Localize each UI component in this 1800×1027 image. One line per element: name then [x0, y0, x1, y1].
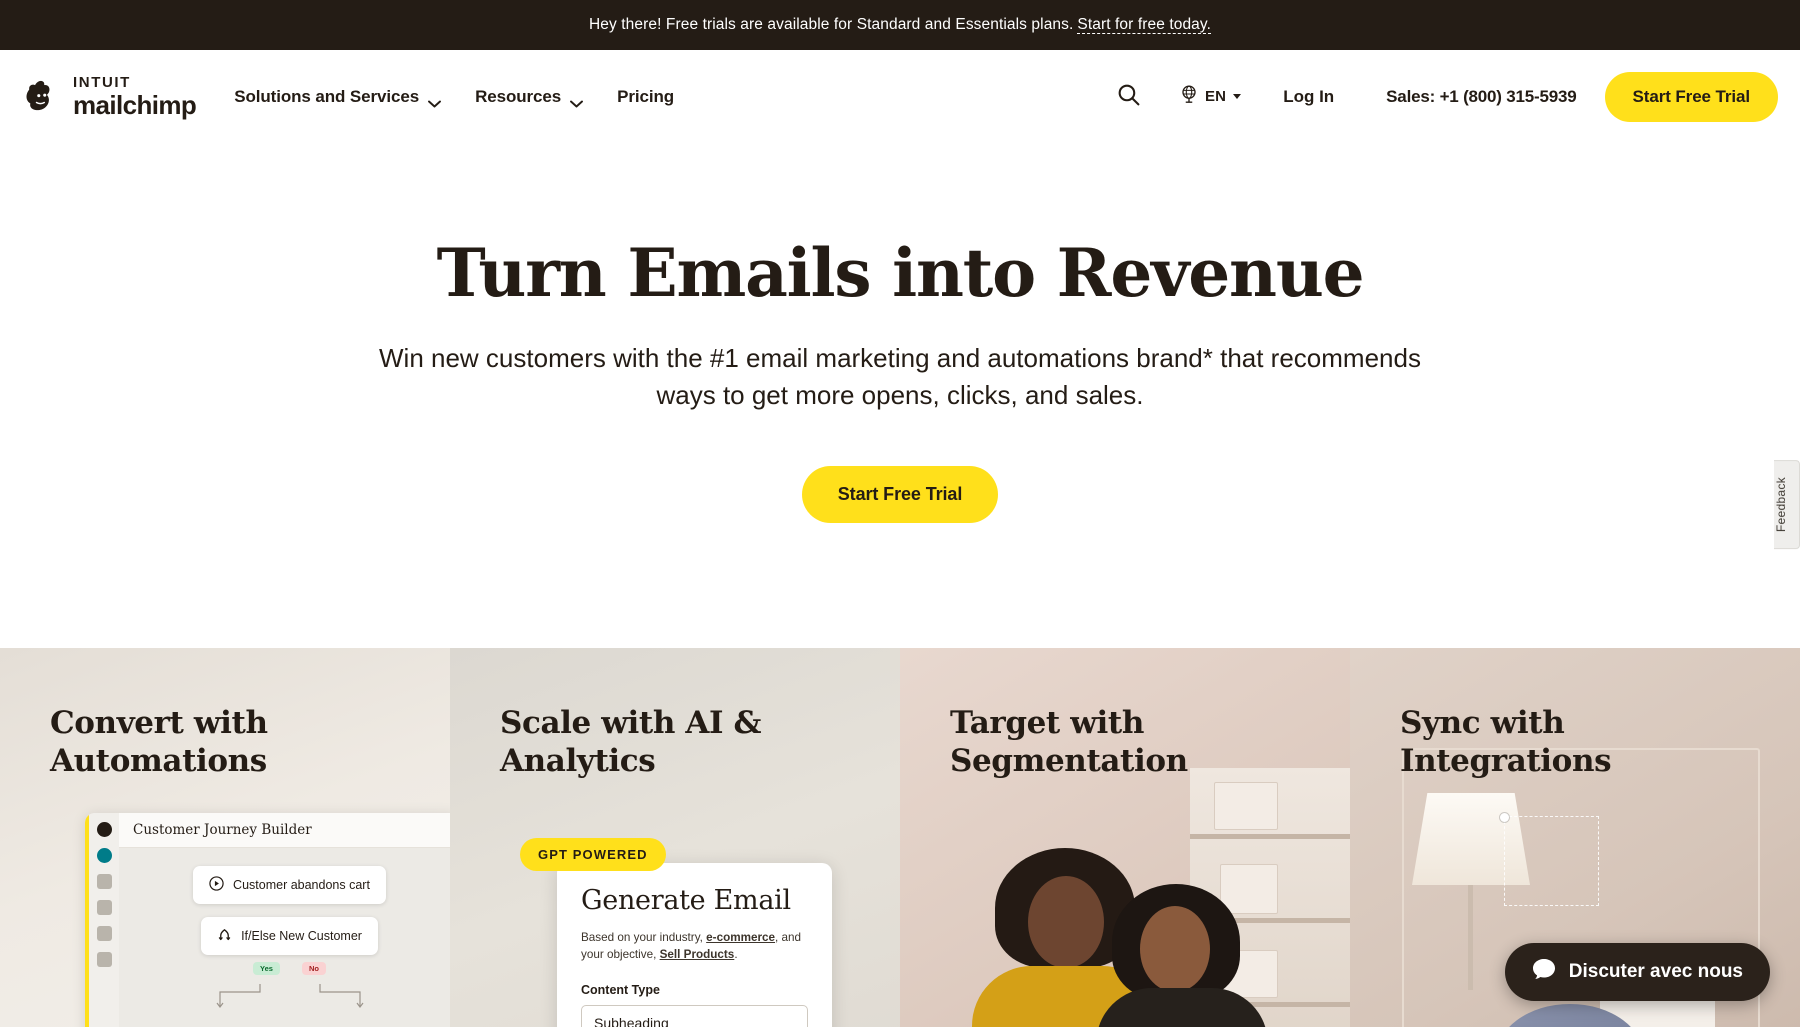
- content-type-select[interactable]: Subheading: [581, 1004, 808, 1027]
- person-two-face: [1140, 906, 1210, 992]
- generate-email-description: Based on your industry, e-commerce, and …: [581, 930, 808, 964]
- promo-banner-link[interactable]: Start for free today.: [1077, 16, 1211, 34]
- desc-post: .: [734, 947, 738, 961]
- feature-card-title: Convert with Automations: [50, 705, 268, 779]
- selection-handle-dot[interactable]: [1500, 813, 1509, 822]
- lamp-stem: [1468, 885, 1473, 990]
- feature-card-ai-analytics[interactable]: Scale with AI & Analytics GPT POWERED Ge…: [450, 648, 900, 1027]
- feature-card-title: Sync with Integrations: [1400, 705, 1612, 779]
- journey-node-trigger[interactable]: Customer abandons cart: [193, 866, 386, 904]
- journey-branch-pills: Yes No: [253, 962, 326, 975]
- selection-dashed-box: [1504, 816, 1599, 906]
- desc-link-industry[interactable]: e-commerce: [706, 931, 775, 944]
- feature-card-title: Target with Segmentation: [950, 705, 1188, 779]
- nav-label-pricing: Pricing: [617, 86, 675, 106]
- hero-title: Turn Emails into Revenue: [436, 234, 1365, 312]
- dashboard-icon: [96, 874, 112, 889]
- branch-connector-icon: [190, 984, 390, 1015]
- mailchimp-logo[interactable]: INTUIT mailchimp: [20, 74, 197, 120]
- mailchimp-text: mailchimp: [73, 90, 197, 120]
- desc-link-objective[interactable]: Sell Products: [660, 948, 735, 961]
- branch-pill-yes: Yes: [253, 962, 280, 975]
- chevron-down-icon: [570, 93, 584, 107]
- play-circle-icon: [209, 876, 224, 894]
- journey-app-title: Customer Journey Builder: [119, 813, 450, 848]
- nav-item-resources[interactable]: Resources: [475, 81, 584, 113]
- chat-widget-button[interactable]: Discuter avec nous: [1504, 943, 1770, 1001]
- reports-icon: [96, 952, 112, 967]
- header-right-actions: EN Log In Sales: +1 (800) 315-5939 Start…: [1108, 71, 1778, 122]
- intuit-text: INTUIT: [73, 74, 131, 91]
- chat-bubble-icon: [1532, 958, 1556, 986]
- gpt-powered-badge: GPT POWERED: [520, 838, 666, 871]
- language-label: EN: [1204, 88, 1227, 105]
- login-link[interactable]: Log In: [1283, 87, 1334, 107]
- language-selector[interactable]: EN: [1179, 84, 1242, 109]
- feedback-tab[interactable]: Feedback: [1774, 460, 1800, 550]
- chevron-down-icon: [428, 93, 442, 107]
- feature-card-automations[interactable]: Convert with Automations Customer Journe…: [0, 648, 450, 1027]
- nav-label-resources: Resources: [475, 86, 562, 106]
- search-icon: [1116, 82, 1141, 112]
- mailchimp-wordmark: INTUIT mailchimp: [73, 74, 197, 120]
- promo-banner: Hey there! Free trials are available for…: [0, 0, 1800, 50]
- main-navigation: Solutions and Services Resources Pricing: [234, 81, 674, 113]
- generate-email-heading: Generate Email: [581, 885, 791, 916]
- promo-banner-text: Hey there! Free trials are available for…: [588, 16, 1074, 33]
- hero-start-free-trial-button[interactable]: Start Free Trial: [801, 466, 999, 524]
- mailchimp-monkey-icon: [96, 822, 112, 837]
- hero-cta-wrap: Start Free Trial: [0, 466, 1800, 524]
- caret-down-icon: [1233, 94, 1242, 99]
- branch-pill-no: No: [301, 962, 326, 975]
- globe-icon: [1179, 84, 1199, 109]
- journey-canvas: Customer abandons cart If/Else New Custo…: [119, 848, 450, 1027]
- mailchimp-monkey-icon: [20, 75, 64, 119]
- journey-sidebar: [89, 813, 119, 1027]
- search-button[interactable]: [1108, 74, 1149, 120]
- nav-item-pricing[interactable]: Pricing: [617, 81, 674, 113]
- generate-email-mock: Generate Email Based on your industry, e…: [557, 863, 832, 1027]
- journey-node-label: Customer abandons cart: [233, 878, 370, 892]
- audience-icon: [96, 926, 112, 941]
- hero-subtitle: Win new customers with the #1 email mark…: [379, 343, 1421, 411]
- journey-node-label: If/Else New Customer: [241, 929, 362, 943]
- content-type-value: Subheading: [594, 1014, 669, 1027]
- journey-main: Customer Journey Builder Customer abando…: [119, 813, 450, 1027]
- branch-icon: [217, 927, 232, 945]
- chevron-down-icon: [785, 1020, 795, 1026]
- campaigns-icon: [96, 900, 112, 915]
- sales-phone-link[interactable]: Sales: +1 (800) 315-5939: [1386, 87, 1577, 107]
- feature-card-segmentation[interactable]: Target with Segmentation: [900, 648, 1350, 1027]
- nav-item-solutions-and-services[interactable]: Solutions and Services: [234, 81, 442, 113]
- hero-section: Turn Emails into Revenue Win new custome…: [0, 143, 1800, 648]
- content-type-label: Content Type: [581, 982, 660, 997]
- desc-pre: Based on your industry,: [581, 931, 707, 944]
- chat-widget-label: Discuter avec nous: [1568, 961, 1743, 982]
- feature-card-title: Scale with AI & Analytics: [500, 705, 762, 779]
- nav-label-solutions: Solutions and Services: [234, 86, 420, 106]
- header-start-free-trial-button[interactable]: Start Free Trial: [1604, 71, 1778, 122]
- person-one-face: [1028, 876, 1104, 968]
- pencil-icon: [96, 848, 112, 863]
- journey-builder-mock: Customer Journey Builder Customer abando…: [85, 813, 450, 1027]
- site-header: INTUIT mailchimp Solutions and Services …: [0, 50, 1800, 143]
- journey-node-condition[interactable]: If/Else New Customer: [201, 917, 378, 955]
